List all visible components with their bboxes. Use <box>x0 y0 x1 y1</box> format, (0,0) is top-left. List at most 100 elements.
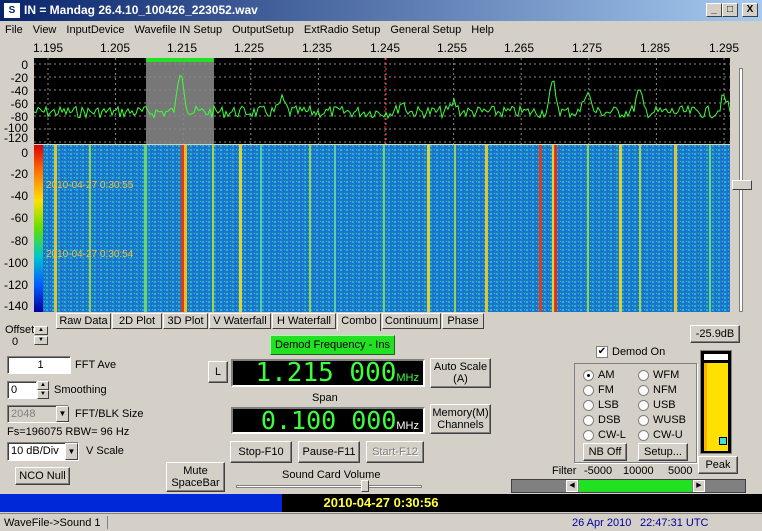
menu-extradio-setup[interactable]: ExtRadio Setup <box>299 21 385 40</box>
mode-usb-radio[interactable]: USB <box>638 399 676 411</box>
auto-scale-button[interactable]: Auto Scale (A) <box>430 358 491 388</box>
demod-passband-marker <box>146 58 214 62</box>
maximize-button[interactable]: □ <box>722 3 738 17</box>
level-readout-button[interactable]: -25.9dB <box>690 325 740 343</box>
window-title: IN = Mandag 26.4.10_100426_223052.wav <box>24 3 258 17</box>
demod-passband[interactable] <box>146 58 214 144</box>
waterfall-signal <box>639 145 641 312</box>
status-date: 26 Apr 2010 <box>572 517 632 529</box>
frequency-unit: MHz <box>396 372 419 384</box>
mode-dsb-radio[interactable]: DSB <box>583 414 621 426</box>
frequency-display[interactable]: 1.215 000MHz <box>231 359 425 387</box>
waterfall-display[interactable]: 2010-04-27 0:30:55 2010-04-27 0:30:54 <box>34 145 730 312</box>
tab-v-waterfall[interactable]: V Waterfall <box>209 313 271 329</box>
minimize-button[interactable]: _ <box>706 3 722 17</box>
smoothing-down-button[interactable]: ▼ <box>37 390 49 399</box>
mode-wfm-radio[interactable]: WFM <box>638 369 679 381</box>
waterfall-signal <box>144 145 147 312</box>
fft-ave-label: FFT Ave <box>75 359 117 371</box>
menu-help[interactable]: Help <box>466 21 499 40</box>
waterfall-signal <box>239 145 242 312</box>
waterfall-signal <box>334 145 336 312</box>
mode-label: AM <box>598 369 615 381</box>
tab-h-waterfall[interactable]: H Waterfall <box>272 313 336 329</box>
tab-continuum[interactable]: Continuum <box>382 313 441 329</box>
tab-2d-plot[interactable]: 2D Plot <box>112 313 162 329</box>
meter-level-fill <box>704 363 728 451</box>
nb-off-button[interactable]: NB Off <box>583 443 627 461</box>
title-bar: S IN = Mandag 26.4.10_100426_223052.wav … <box>0 0 762 21</box>
waterfall-signal <box>485 145 488 312</box>
app-icon[interactable]: S <box>4 3 20 18</box>
spectrum-y-label: -20 <box>10 71 28 85</box>
mode-lsb-radio[interactable]: LSB <box>583 399 619 411</box>
tab-combo[interactable]: Combo <box>337 313 381 331</box>
radio-icon <box>583 399 594 411</box>
smoothing-up-button[interactable]: ▲ <box>37 381 49 390</box>
waterfall-signal <box>212 145 214 312</box>
mode-label: WFM <box>653 369 680 381</box>
menu-view[interactable]: View <box>28 21 62 40</box>
mode-wusb-radio[interactable]: WUSB <box>638 414 686 426</box>
fft-ave-input[interactable]: 1 <box>7 356 71 374</box>
menu-general-setup[interactable]: General Setup <box>385 21 466 40</box>
filter-scroll-thumb[interactable] <box>579 480 692 492</box>
volume-slider-track <box>236 485 422 488</box>
memory-channels-button[interactable]: Memory(M) Channels <box>430 404 491 434</box>
waterfall-color-scale <box>34 145 43 312</box>
freq-tick: 1.285 <box>639 41 671 55</box>
stop-button[interactable]: Stop-F10 <box>230 441 292 463</box>
frequency-scale: 1.195 1.205 1.215 1.225 1.235 1.245 1.25… <box>0 40 762 56</box>
spectrum-display[interactable] <box>34 58 730 144</box>
nco-null-button[interactable]: NCO Null <box>15 467 70 485</box>
mode-label: WUSB <box>653 414 686 426</box>
waterfall-signal <box>383 145 385 312</box>
waterfall-timestamp: 2010-04-27 0:30:55 <box>46 180 134 191</box>
demod-frequency-button[interactable]: Demod Frequency - Ins <box>270 335 395 355</box>
chevron-down-icon[interactable]: ▼ <box>56 406 69 422</box>
chevron-down-icon[interactable]: ▼ <box>65 443 78 460</box>
radio-icon <box>638 399 649 411</box>
menu-wavefile-in-setup[interactable]: Wavefile IN Setup <box>129 21 227 40</box>
tab-phase[interactable]: Phase <box>442 313 484 329</box>
mode-am-radio[interactable]: AM <box>583 369 615 381</box>
offset-up-button[interactable]: ▲ <box>34 326 48 335</box>
lock-button[interactable]: L <box>208 361 228 383</box>
menu-output-setup[interactable]: OutputSetup <box>227 21 299 40</box>
mode-label: CW-U <box>653 429 683 441</box>
peak-button[interactable]: Peak <box>698 456 738 474</box>
pause-button[interactable]: Pause-F11 <box>298 441 360 463</box>
demod-on-checkbox[interactable]: ✔ Demod On <box>596 346 666 359</box>
demod-on-label: Demod On <box>612 346 666 358</box>
freq-tick: 1.265 <box>503 41 535 55</box>
smoothing-input[interactable]: 0 <box>7 381 37 399</box>
mode-cwu-radio[interactable]: CW-U <box>638 429 683 441</box>
start-button[interactable]: Start-F12 <box>366 441 424 463</box>
mode-nfm-radio[interactable]: NFM <box>638 384 677 396</box>
waterfall-signal <box>260 145 262 312</box>
close-button[interactable]: X <box>742 3 758 17</box>
scroll-left-icon[interactable]: ◀ <box>566 480 578 492</box>
tab-raw-data[interactable]: Raw Data <box>56 313 111 329</box>
gain-slider-thumb[interactable] <box>732 180 752 190</box>
waterfall-y-label: -80 <box>10 234 28 248</box>
mode-fm-radio[interactable]: FM <box>583 384 614 396</box>
waterfall-y-label: 0 <box>21 146 28 160</box>
menu-input-device[interactable]: InputDevice <box>61 21 129 40</box>
filter-low-value: -5000 <box>584 465 613 477</box>
menu-file[interactable]: File <box>0 21 28 40</box>
filter-scrollbar[interactable]: ◀ ▶ <box>511 479 746 493</box>
offset-down-button[interactable]: ▼ <box>34 336 48 345</box>
meter-marker <box>719 437 727 445</box>
mute-button[interactable]: Mute SpaceBar <box>166 462 225 492</box>
playback-progress-bar[interactable]: 2010-04-27 0:30:56 <box>0 494 762 512</box>
span-display[interactable]: 0.100 000MHz <box>231 407 425 434</box>
mode-cwl-radio[interactable]: CW-L <box>583 429 626 441</box>
offset-label: Offset <box>5 324 35 336</box>
filter-width-value: 10000 <box>623 465 654 477</box>
setup-button[interactable]: Setup... <box>638 443 688 461</box>
scroll-right-icon[interactable]: ▶ <box>693 480 705 492</box>
tab-3d-plot[interactable]: 3D Plot <box>163 313 208 329</box>
status-bar: WaveFile->Sound 1 26 Apr 2010 22:47:31 U… <box>0 513 762 531</box>
volume-slider-thumb[interactable] <box>361 480 369 492</box>
